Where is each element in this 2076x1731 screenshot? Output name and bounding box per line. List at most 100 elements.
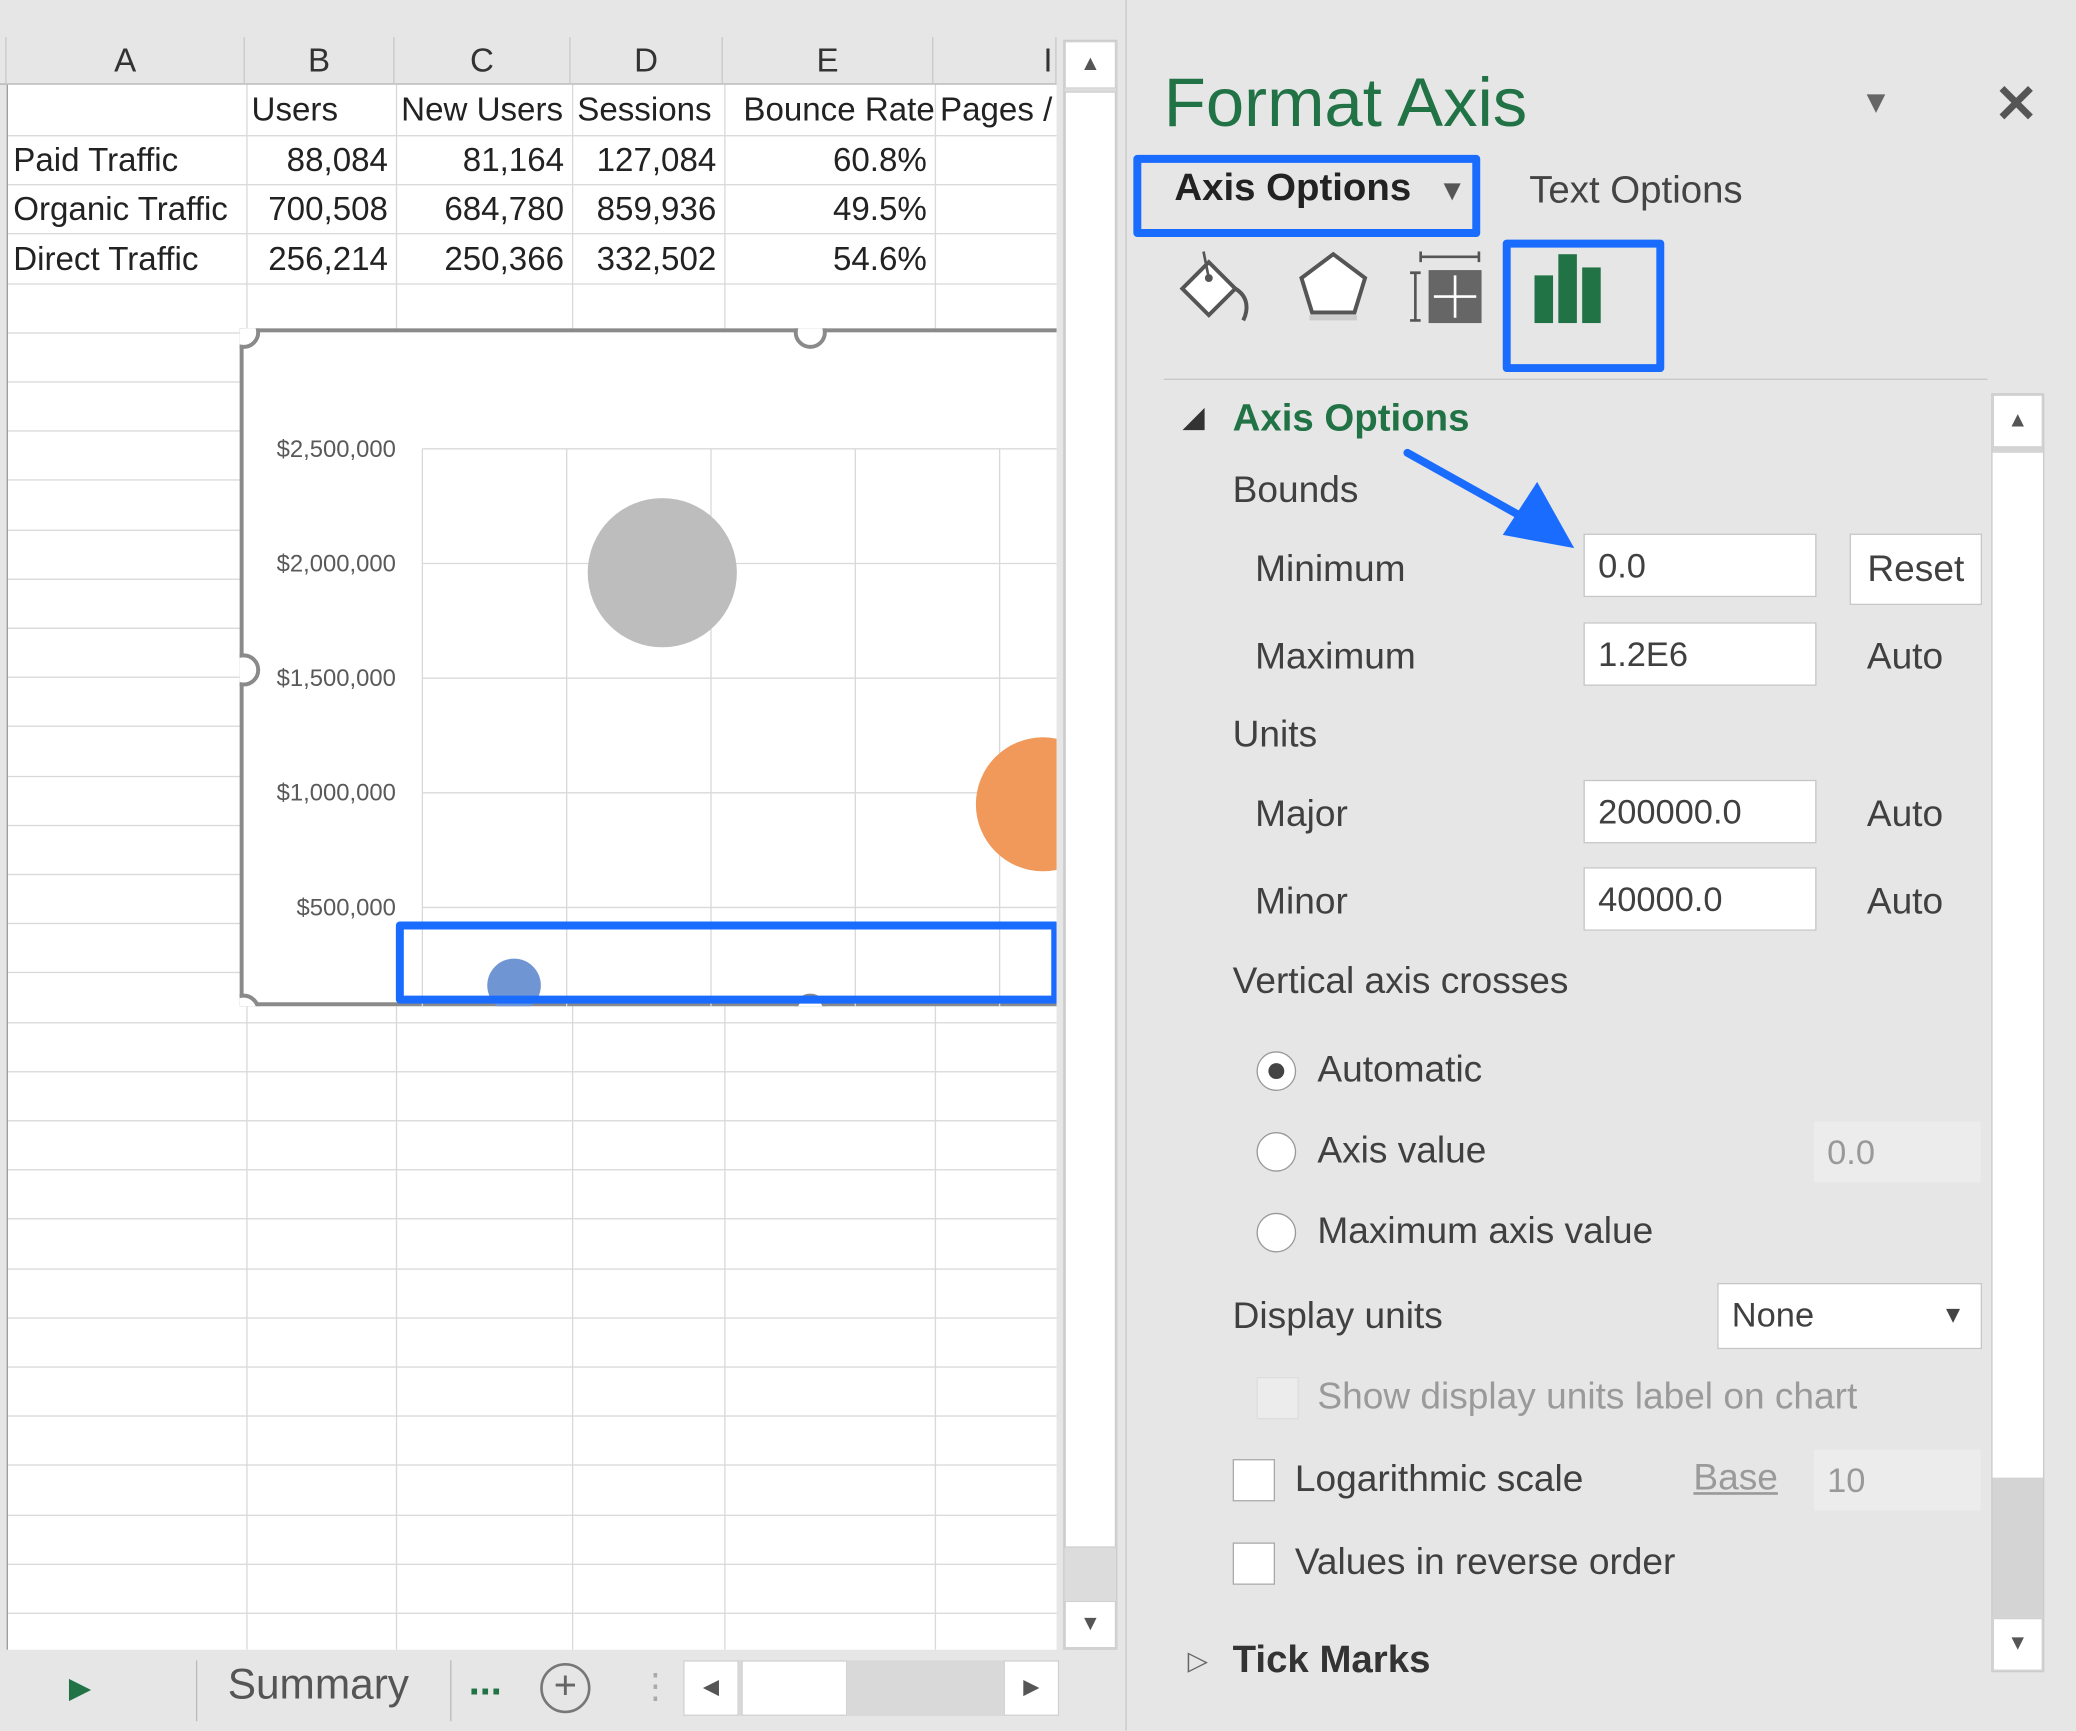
- gridline-horizontal: [7, 1366, 1057, 1368]
- column-title-cell[interactable]: Users: [252, 86, 396, 135]
- reverse-order-checkbox[interactable]: [1232, 1542, 1276, 1585]
- reverse-order-label[interactable]: Values in reverse order: [1295, 1541, 1676, 1583]
- panel-scrollbar[interactable]: ▲ ▼: [1991, 393, 2045, 1673]
- tab-text-options[interactable]: Text Options: [1529, 169, 1742, 213]
- spreadsheet-grid[interactable]: Users New Users Sessions Bounce Rate Pages /…: [6, 84, 1057, 1650]
- base-input: 10: [1812, 1448, 1983, 1513]
- bubble-chart[interactable]: $0$500,000$1,000,000$1,500,000$2,000,000…: [239, 328, 1057, 1007]
- resize-handle: [793, 328, 827, 349]
- column-title-cell[interactable]: Pages /: [940, 86, 1057, 135]
- radio-maximum-axis-value[interactable]: [1256, 1212, 1297, 1253]
- section-tick-marks[interactable]: Tick Marks: [1233, 1639, 1431, 1683]
- data-cell[interactable]: 250,366: [401, 235, 572, 284]
- data-cell[interactable]: 54.6%: [730, 235, 935, 284]
- radio-maximum-axis-value-label[interactable]: Maximum axis value: [1317, 1210, 1653, 1252]
- major-auto-label: Auto: [1866, 793, 1944, 835]
- panel-options-dropdown-icon[interactable]: ▼: [1860, 85, 1891, 122]
- gridline-horizontal: [7, 1071, 1057, 1073]
- data-cell[interactable]: [940, 136, 1057, 185]
- column-title-cell[interactable]: New Users: [401, 86, 572, 135]
- minimum-reset-button[interactable]: Reset: [1849, 533, 1983, 606]
- panel-scroll-up[interactable]: ▲: [1992, 394, 2043, 448]
- chart-plot: $0$500,000$1,000,000$1,500,000$2,000,000…: [239, 328, 1057, 1007]
- row-label-cell[interactable]: Organic Traffic: [13, 185, 246, 234]
- annotation-arrow-icon: [1403, 448, 1575, 549]
- effects-icon[interactable]: [1294, 249, 1373, 328]
- scroll-right-button[interactable]: ▶: [1003, 1660, 1060, 1716]
- radio-automatic-label[interactable]: Automatic: [1317, 1049, 1482, 1091]
- y-tick-label: $1,500,000: [277, 665, 396, 692]
- panel-title: Format Axis: [1163, 64, 1528, 142]
- h-scroll-thumb[interactable]: [741, 1660, 848, 1716]
- section-axis-options[interactable]: Axis Options: [1233, 397, 1470, 441]
- display-units-value: None: [1731, 1294, 1815, 1335]
- panel-scroll-down[interactable]: ▼: [1992, 1617, 2043, 1671]
- column-header-d[interactable]: D: [570, 37, 723, 85]
- minor-label: Minor: [1255, 880, 1348, 922]
- data-cell[interactable]: 700,508: [252, 185, 396, 234]
- next-sheet-icon[interactable]: ▶: [69, 1671, 91, 1705]
- vertical-scrollbar[interactable]: ▲ ▼: [1063, 39, 1118, 1650]
- sheet-tab-summary[interactable]: Summary: [228, 1660, 409, 1709]
- expand-triangle-icon[interactable]: ▷: [1188, 1644, 1208, 1677]
- column-title-cell[interactable]: Sessions: [577, 86, 724, 135]
- data-cell[interactable]: 81,164: [401, 136, 572, 185]
- more-sheets-button[interactable]: ...: [469, 1660, 502, 1705]
- column-title-cell[interactable]: Bounce Rate: [730, 86, 934, 135]
- data-cell[interactable]: 684,780: [401, 185, 572, 234]
- column-header-b[interactable]: B: [244, 37, 395, 85]
- data-cell[interactable]: [940, 235, 1057, 284]
- row-label-cell[interactable]: Direct Traffic: [13, 235, 246, 284]
- column-header-f[interactable]: I: [933, 37, 1057, 85]
- scroll-up-button[interactable]: ▲: [1064, 41, 1117, 89]
- row-label-cell[interactable]: Paid Traffic: [13, 136, 246, 185]
- bubble: [975, 737, 1057, 872]
- logarithmic-scale-checkbox[interactable]: [1232, 1459, 1276, 1502]
- column-header-c[interactable]: C: [394, 37, 571, 85]
- data-cell[interactable]: 332,502: [577, 235, 724, 284]
- tab-divider-line: [1163, 378, 1988, 380]
- maximum-label: Maximum: [1255, 635, 1416, 677]
- data-cell[interactable]: 60.8%: [730, 136, 935, 185]
- major-input[interactable]: 200000.0: [1583, 779, 1817, 844]
- minor-input[interactable]: 40000.0: [1583, 867, 1817, 931]
- minimum-input[interactable]: 0.0: [1583, 533, 1817, 598]
- tab-divider: [450, 1660, 452, 1722]
- close-icon[interactable]: ✕: [1994, 74, 2038, 135]
- scroll-left-button[interactable]: ◀: [683, 1660, 739, 1716]
- y-tick-label: $500,000: [296, 894, 395, 921]
- data-cell[interactable]: 127,084: [577, 136, 724, 185]
- display-units-label: Display units: [1232, 1294, 1443, 1336]
- gridline-horizontal: [7, 1268, 1057, 1270]
- radio-axis-value-label[interactable]: Axis value: [1317, 1129, 1486, 1171]
- horizontal-scrollbar[interactable]: ◀ ▶: [683, 1660, 1060, 1716]
- column-header-e[interactable]: E: [722, 37, 934, 85]
- scroll-thumb[interactable]: [1064, 91, 1117, 1548]
- maximum-input[interactable]: 1.2E6: [1583, 622, 1817, 686]
- data-cell[interactable]: 88,084: [252, 136, 396, 185]
- size-properties-icon[interactable]: [1410, 251, 1489, 331]
- gridline-horizontal: [7, 1317, 1057, 1319]
- panel-scroll-thumb[interactable]: [1992, 452, 2043, 1478]
- radio-automatic[interactable]: [1256, 1051, 1297, 1091]
- data-cell[interactable]: 256,214: [252, 235, 396, 284]
- maximum-auto-label: Auto: [1866, 635, 1944, 677]
- data-cell[interactable]: 49.5%: [730, 185, 935, 234]
- display-units-select[interactable]: None ▼: [1717, 1282, 1983, 1350]
- radio-axis-value[interactable]: [1256, 1132, 1297, 1172]
- column-title-cell[interactable]: [13, 86, 246, 135]
- scroll-down-button[interactable]: ▼: [1064, 1600, 1117, 1649]
- minimum-label: Minimum: [1255, 548, 1406, 590]
- data-cell[interactable]: 859,936: [577, 185, 724, 234]
- format-axis-panel: Format Axis ▼ ✕ Axis Options ▼ Text Opti…: [1125, 0, 2076, 1731]
- gridline-horizontal: [7, 1514, 1057, 1516]
- data-cell[interactable]: [940, 185, 1057, 234]
- bounds-label: Bounds: [1232, 468, 1359, 510]
- collapse-triangle-icon[interactable]: ◢: [1182, 400, 1204, 434]
- splitter-handle[interactable]: ⋮: [638, 1666, 672, 1707]
- gridline-horizontal: [7, 1218, 1057, 1220]
- add-sheet-button[interactable]: +: [540, 1662, 591, 1714]
- fill-line-icon[interactable]: [1177, 246, 1256, 325]
- logarithmic-scale-label[interactable]: Logarithmic scale: [1295, 1458, 1583, 1500]
- column-header-a[interactable]: A: [6, 37, 245, 85]
